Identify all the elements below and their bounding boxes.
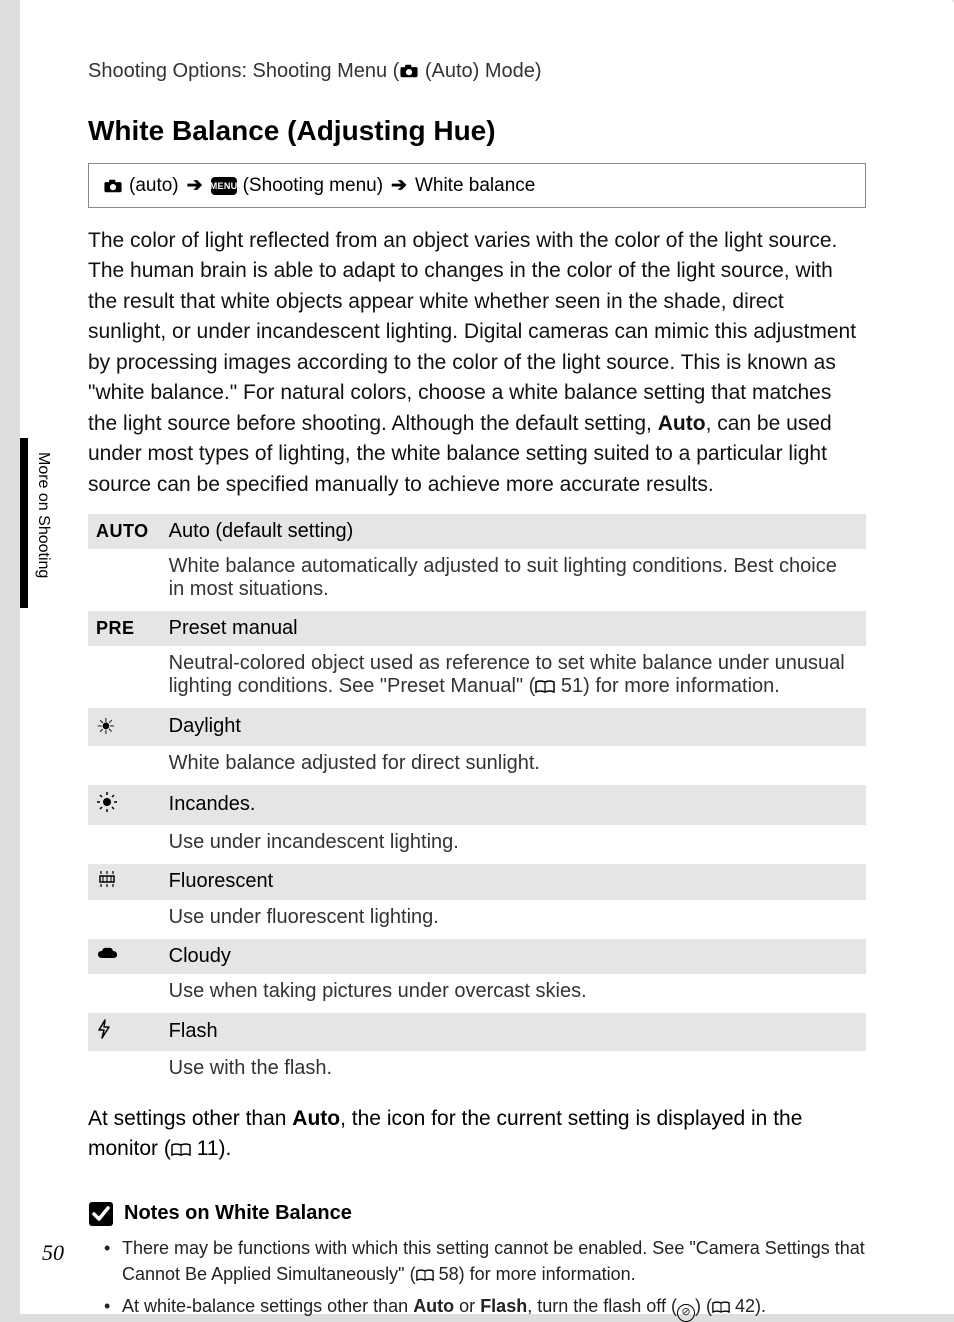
arrow-icon: ➔ xyxy=(187,174,203,197)
page-number: 50 xyxy=(42,1240,64,1266)
list-item: There may be functions with which this s… xyxy=(108,1235,866,1287)
table-row: ☀ Daylight xyxy=(88,708,866,746)
list-item: At white-balance settings other than Aut… xyxy=(108,1293,866,1322)
table-row: Use under incandescent lighting. xyxy=(88,825,866,864)
option-desc: White balance adjusted for direct sunlig… xyxy=(159,746,866,785)
option-label: Incandes. xyxy=(159,785,866,825)
breadcrumb-prefix: Shooting Options: Shooting Menu ( xyxy=(88,60,399,82)
path-seg-white-balance: White balance xyxy=(415,175,535,197)
option-label: Daylight xyxy=(159,708,866,746)
notes-section: Notes on White Balance There may be func… xyxy=(88,1201,866,1322)
page-title: White Balance (Adjusting Hue) xyxy=(88,115,866,147)
option-desc: Use under fluorescent lighting. xyxy=(159,900,866,939)
book-icon xyxy=(712,1301,730,1314)
table-row: Use when taking pictures under overcast … xyxy=(88,974,866,1013)
table-row: Fluorescent xyxy=(88,864,866,900)
table-row: PRE Preset manual xyxy=(88,611,866,646)
table-row: Incandes. xyxy=(88,785,866,825)
option-icon-flash xyxy=(88,1013,159,1051)
navigation-path: (auto) ➔ MENU (Shooting menu) ➔ White ba… xyxy=(88,163,866,208)
breadcrumb-mode: (Auto) Mode) xyxy=(419,60,541,82)
side-tab-marker xyxy=(20,438,28,608)
option-icon-auto: AUTO xyxy=(88,514,159,549)
note-bold-flash: Flash xyxy=(480,1296,527,1316)
option-icon-pre: PRE xyxy=(88,611,159,646)
camera-icon xyxy=(399,64,419,78)
book-icon xyxy=(416,1269,434,1282)
flash-off-icon: ⊘ xyxy=(677,1304,695,1322)
intro-paragraph: The color of light reflected from an obj… xyxy=(88,226,866,500)
option-label: Flash xyxy=(159,1013,866,1051)
book-icon xyxy=(535,680,555,694)
option-desc: Neutral-colored object used as reference… xyxy=(159,646,866,708)
option-desc: Use under incandescent lighting. xyxy=(159,825,866,864)
option-icon-cloudy xyxy=(88,939,159,974)
breadcrumb: Shooting Options: Shooting Menu ( (Auto)… xyxy=(88,60,866,83)
option-desc: Use when taking pictures under overcast … xyxy=(159,974,866,1013)
table-row: Neutral-colored object used as reference… xyxy=(88,646,866,708)
note-bold-auto: Auto xyxy=(413,1296,454,1316)
option-icon-incandescent xyxy=(88,785,159,825)
option-label: Preset manual xyxy=(159,611,866,646)
table-row: White balance automatically adjusted to … xyxy=(88,549,866,611)
table-row: Use with the flash. xyxy=(88,1051,866,1090)
book-icon xyxy=(171,1143,191,1157)
notes-title: Notes on White Balance xyxy=(88,1201,866,1227)
footer-bold-auto: Auto xyxy=(292,1107,340,1130)
option-icon-fluorescent xyxy=(88,864,159,900)
table-row: Cloudy xyxy=(88,939,866,974)
footer-paragraph: At settings other than Auto, the icon fo… xyxy=(88,1104,866,1165)
menu-chip-icon: MENU xyxy=(211,177,237,195)
path-seg-shooting-menu: (Shooting menu) xyxy=(243,175,383,197)
check-badge-icon xyxy=(88,1201,114,1227)
camera-icon xyxy=(103,179,123,193)
option-label: Cloudy xyxy=(159,939,866,974)
path-seg-auto: (auto) xyxy=(129,175,179,197)
option-desc: White balance automatically adjusted to … xyxy=(159,549,866,611)
option-label: Auto (default setting) xyxy=(159,514,866,549)
intro-text-1: The color of light reflected from an obj… xyxy=(88,229,856,435)
table-row: AUTO Auto (default setting) xyxy=(88,514,866,549)
table-row: Use under fluorescent lighting. xyxy=(88,900,866,939)
table-row: Flash xyxy=(88,1013,866,1051)
arrow-icon: ➔ xyxy=(391,174,407,197)
table-row: White balance adjusted for direct sunlig… xyxy=(88,746,866,785)
options-table: AUTO Auto (default setting) White balanc… xyxy=(88,514,866,1090)
option-icon-daylight: ☀ xyxy=(88,708,159,746)
side-tab-label: More on Shooting xyxy=(34,452,52,578)
option-label: Fluorescent xyxy=(159,864,866,900)
option-desc: Use with the flash. xyxy=(159,1051,866,1090)
intro-bold-auto: Auto xyxy=(658,412,706,435)
